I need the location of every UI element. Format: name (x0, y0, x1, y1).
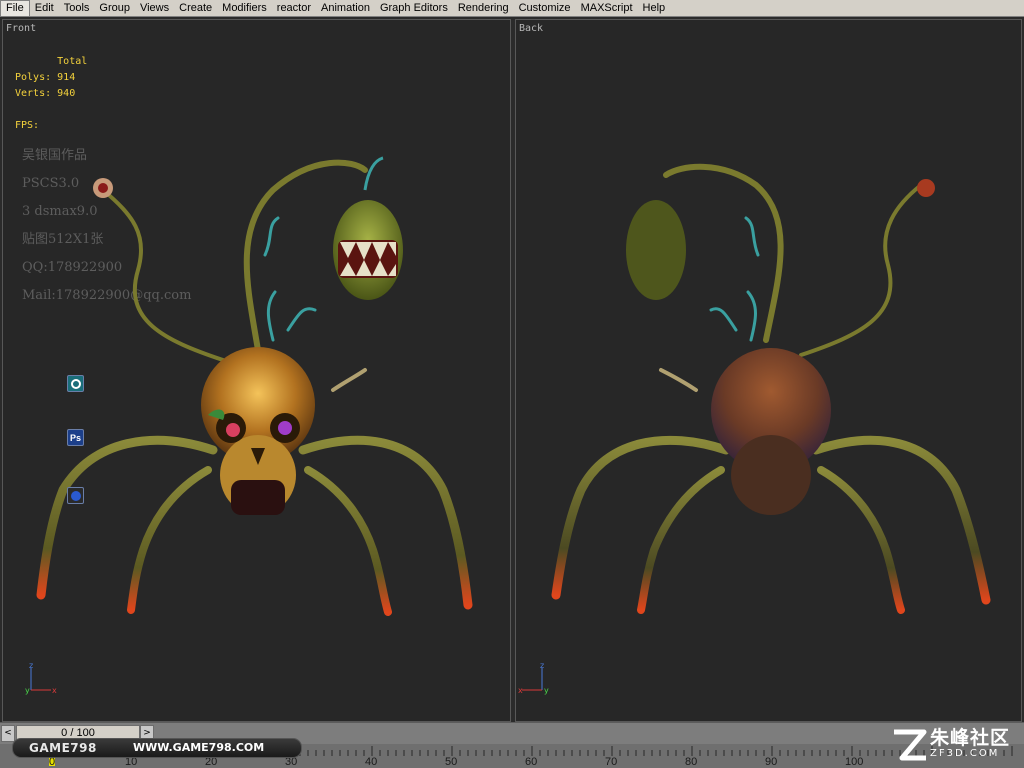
photoshop-app-icon[interactable]: Ps (67, 429, 84, 446)
menu-tools[interactable]: Tools (59, 0, 95, 17)
timeline-tick-label: 90 (765, 756, 778, 768)
menu-views[interactable]: Views (135, 0, 174, 17)
sphere-icon (70, 490, 81, 501)
timeline-tick-label: 50 (445, 756, 458, 768)
menu-reactor[interactable]: reactor (272, 0, 316, 17)
3dsmax-app-icon[interactable] (67, 375, 84, 392)
creature-model-back (551, 163, 991, 614)
menu-maxscript[interactable]: MAXScript (576, 0, 638, 17)
menu-help[interactable]: Help (638, 0, 671, 17)
creature-model-front (36, 156, 473, 616)
site-name-text: 朱峰社区 (930, 727, 1011, 749)
timeline-tick-label: 60 (525, 756, 538, 768)
prev-frame-button[interactable]: < (1, 725, 15, 742)
svg-text:y: y (25, 686, 30, 695)
timeline-tick-label: 100 (845, 756, 864, 768)
menu-file[interactable]: File (0, 0, 30, 17)
menu-create[interactable]: Create (174, 0, 217, 17)
site-url-text: ZF3D.COM (930, 748, 1000, 759)
axis-gizmo-back: z y x (518, 661, 549, 695)
front-viewport[interactable]: Front Total Polys: 914 Verts: 940 FPS: 吴… (2, 19, 511, 722)
menu-animation[interactable]: Animation (316, 0, 375, 17)
menu-edit[interactable]: Edit (30, 0, 59, 17)
menu-rendering[interactable]: Rendering (453, 0, 514, 17)
timeline-tick-label: 40 (365, 756, 378, 768)
axis-gizmo-front: z y x (25, 661, 57, 695)
svg-text:z: z (29, 661, 33, 670)
menu-customize[interactable]: Customize (514, 0, 576, 17)
ps-icon: Ps (69, 432, 81, 443)
svg-text:x: x (518, 686, 523, 695)
swirl-icon (70, 378, 81, 389)
game798-banner: GAME798 WWW.GAME798.COM (12, 738, 302, 758)
menu-modifiers[interactable]: Modifiers (217, 0, 272, 17)
menu-bar: File Edit Tools Group Views Create Modifiers re… (0, 0, 1024, 17)
svg-text:z: z (540, 661, 544, 670)
timeline-tick-label: 80 (685, 756, 698, 768)
svg-text:x: x (52, 686, 57, 695)
menu-graph-editors[interactable]: Graph Editors (375, 0, 453, 17)
game-name-text: GAME798 (29, 741, 97, 755)
game-url-text: WWW.GAME798.COM (133, 741, 265, 754)
menu-group[interactable]: Group (94, 0, 135, 17)
bodypaint-app-icon[interactable] (67, 487, 84, 504)
back-viewport[interactable]: Back z y x (515, 19, 1022, 722)
timeline-tick-label: 70 (605, 756, 618, 768)
svg-text:y: y (544, 686, 549, 695)
